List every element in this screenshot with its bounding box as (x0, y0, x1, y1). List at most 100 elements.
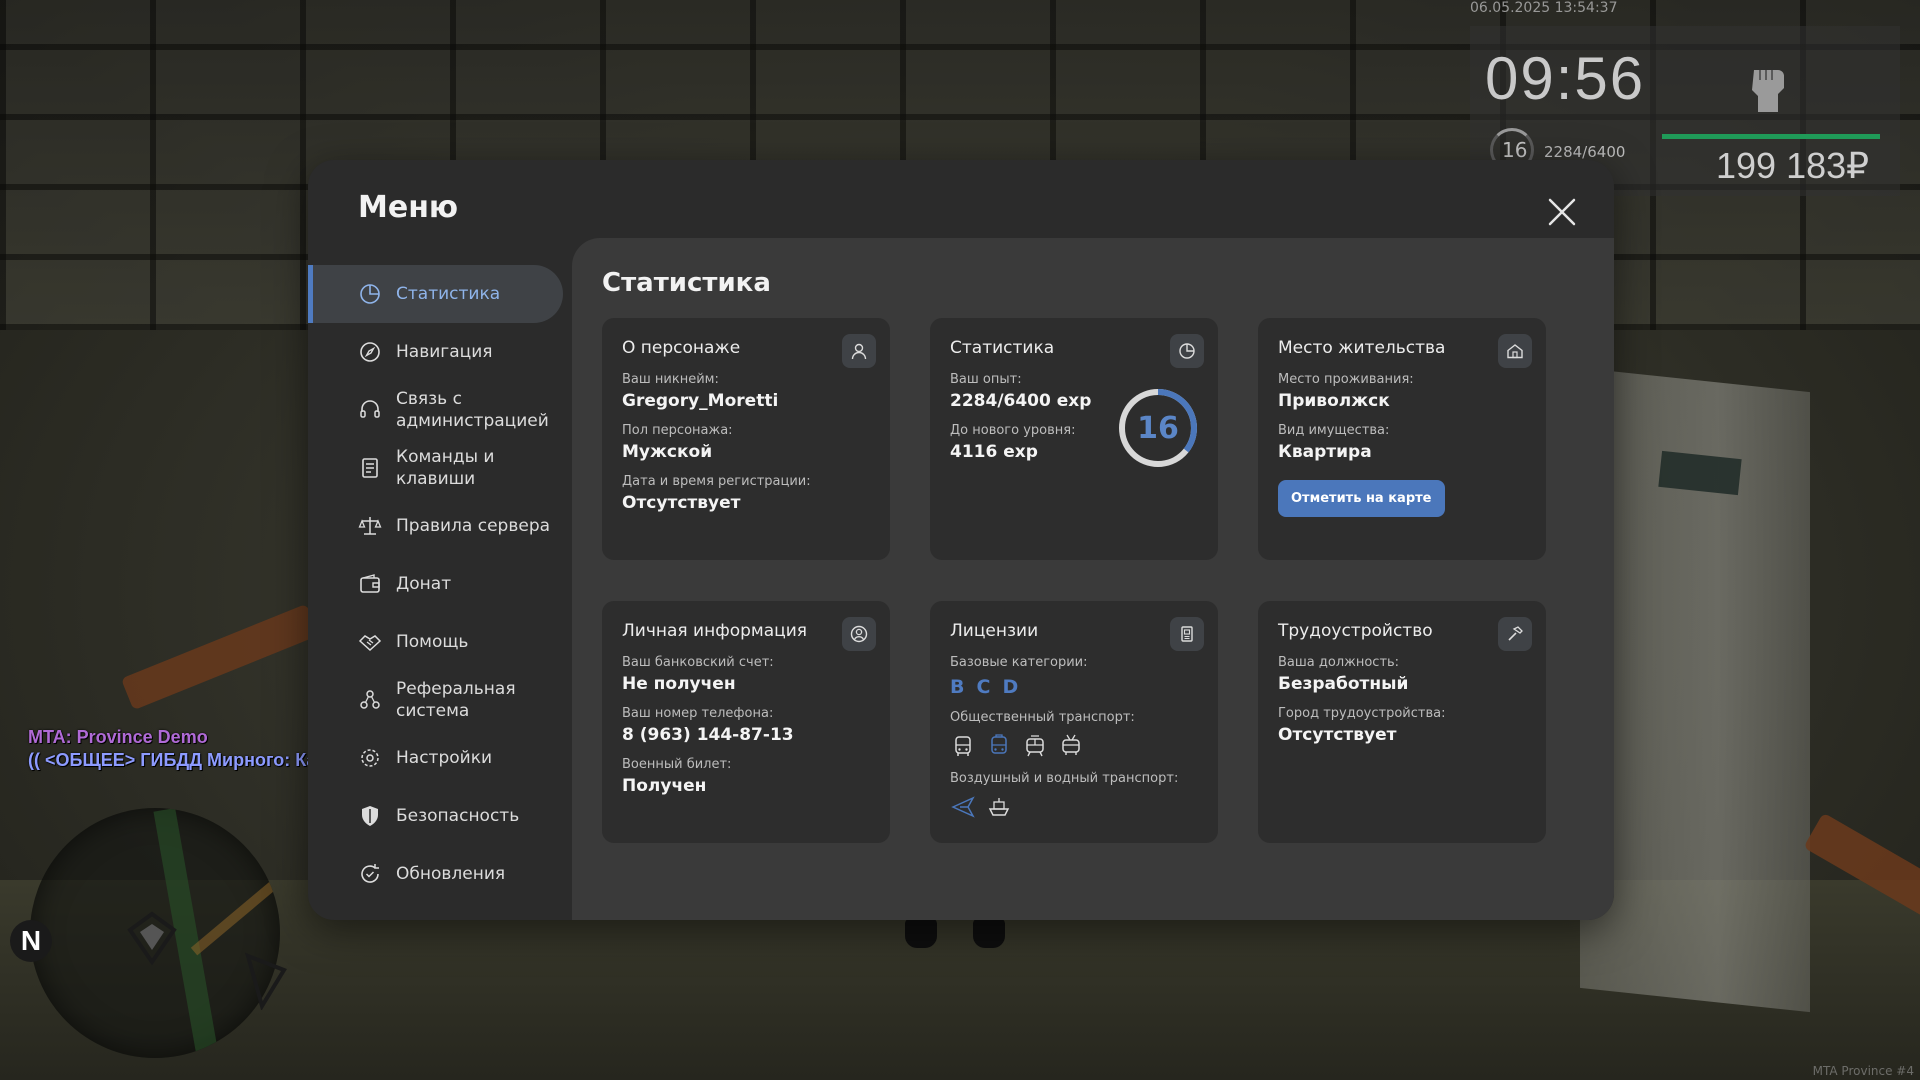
card-title: Трудоустройство (1278, 621, 1433, 641)
fist-icon (1752, 70, 1784, 112)
sidebar-item-referral[interactable]: Реферальная система (308, 671, 563, 729)
public-transport-label: Общественный транспорт: (950, 710, 1135, 725)
server-watermark: MTA Province #4 (1812, 1064, 1914, 1078)
job-city-label: Город трудоустройства: (1278, 706, 1446, 721)
residence-place-value: Приволжск (1278, 391, 1390, 411)
minimap-road (190, 870, 280, 956)
card-title: Место жительства (1278, 338, 1446, 358)
compass-north: N (10, 920, 52, 962)
sidebar: Статистика Навигация Связь с администрац… (308, 265, 563, 903)
property-type-value: Квартира (1278, 442, 1372, 462)
license-category: B (950, 676, 967, 698)
sidebar-item-security[interactable]: Безопасность (308, 787, 563, 845)
sidebar-item-navigation[interactable]: Навигация (308, 323, 563, 381)
bank-account-value: Не получен (622, 674, 736, 694)
card-employment: Трудоустройство Ваша должность: Безработ… (1258, 601, 1546, 843)
handshake-icon (358, 635, 382, 652)
card-licenses: Лицензии Базовые категории: BCD Обществе… (930, 601, 1218, 843)
hud-clock: 09:56 (1485, 45, 1646, 112)
player-arrow-icon (127, 911, 177, 966)
sidebar-item-help[interactable]: Помощь (308, 613, 563, 671)
mark-on-map-button[interactable]: Отметить на карте (1278, 480, 1445, 517)
gender-label: Пол персонажа: (622, 423, 733, 438)
handrail-left (120, 603, 320, 711)
sidebar-item-label: Правила сервера (396, 516, 551, 536)
hud-health-bar (1662, 134, 1880, 139)
residence-place-label: Место проживания: (1278, 372, 1414, 387)
user-icon (842, 334, 876, 368)
chart-pie-icon (1170, 334, 1204, 368)
scales-icon (358, 517, 382, 535)
sidebar-item-label: Реферальная система (396, 679, 516, 721)
shield-icon (362, 806, 378, 826)
menu-title: Меню (358, 190, 459, 225)
referral-icon (360, 690, 380, 709)
bus-icon (950, 733, 976, 759)
card-character: О персонаже Ваш никнейм: Gregory_Moretti… (602, 318, 890, 560)
license-icon (1170, 617, 1204, 651)
hud-datetime: 06.05.2025 13:54:37 (1470, 0, 1618, 16)
sidebar-item-rules[interactable]: Правила сервера (308, 497, 563, 555)
sidebar-item-label: Обновления (396, 864, 506, 884)
sidebar-item-label: Безопасность (396, 806, 520, 826)
headset-icon (360, 400, 380, 418)
user-circle-icon (842, 617, 876, 651)
property-type-label: Вид имущества: (1278, 423, 1390, 438)
nickname-label: Ваш никнейм: (622, 372, 719, 387)
card-personal-info: Личная информация Ваш банковский счет: Н… (602, 601, 890, 843)
sidebar-item-updates[interactable]: Обновления (308, 845, 563, 903)
document-icon (362, 458, 378, 478)
phone-value: 8 (963) 144-87-13 (622, 725, 794, 745)
sidebar-item-settings[interactable]: Настройки (308, 729, 563, 787)
sidebar-item-label: Донат (396, 574, 452, 594)
sidebar-item-label: Помощь (396, 632, 469, 652)
main-menu-window: Меню Статистика Навигация Связь с админи… (308, 160, 1614, 920)
waypoint-arrow-icon (244, 952, 287, 1010)
air-water-transport-label: Воздушный и водный транспорт: (950, 771, 1179, 786)
card-residence: Место жительства Место проживания: Приво… (1258, 318, 1546, 560)
position-label: Ваша должность: (1278, 655, 1400, 670)
bank-account-label: Ваш банковский счет: (622, 655, 774, 670)
house-icon (1498, 334, 1532, 368)
card-title: Личная информация (622, 621, 808, 641)
sidebar-item-label: Статистика (396, 284, 501, 304)
plane-icon (950, 794, 976, 820)
hud-exp: 2284/6400 (1544, 143, 1626, 161)
license-category: D (1002, 676, 1021, 698)
nickname-value: Gregory_Moretti (622, 391, 779, 411)
air-water-transport-icons (950, 794, 1198, 820)
sidebar-item-label: Связь с администрацией (396, 389, 549, 431)
gear-icon (361, 749, 379, 767)
statistics-content: Статистика О персонаже Ваш никнейм: Greg… (572, 238, 1614, 920)
sidebar-item-label: Навигация (396, 342, 493, 362)
card-title: О персонаже (622, 338, 741, 358)
sidebar-item-donate[interactable]: Донат (308, 555, 563, 613)
registration-value: Отсутствует (622, 493, 741, 513)
base-categories-label: Базовые категории: (950, 655, 1088, 670)
bus-active-icon (986, 733, 1012, 759)
position-value: Безработный (1278, 674, 1409, 694)
sidebar-item-label: Настройки (396, 748, 493, 768)
military-id-value: Получен (622, 776, 707, 796)
hud-level: 16 (1502, 138, 1528, 162)
job-city-value: Отсутствует (1278, 725, 1397, 745)
military-id-label: Военный билет: (622, 757, 732, 772)
refresh-icon (361, 864, 379, 883)
phone-label: Ваш номер телефона: (622, 706, 774, 721)
close-icon[interactable] (1544, 194, 1580, 230)
registration-label: Дата и время регистрации: (622, 474, 811, 489)
section-title: Статистика (602, 268, 771, 298)
player-feet (905, 918, 1010, 948)
chart-pie-icon (360, 284, 380, 304)
trolleybus-icon (1058, 733, 1084, 759)
card-title: Лицензии (950, 621, 1039, 641)
boat-icon (986, 794, 1012, 820)
sidebar-item-statistics[interactable]: Статистика (308, 265, 563, 323)
sidebar-item-commands[interactable]: Команды и клавиши (308, 439, 563, 497)
sidebar-item-admin-contact[interactable]: Связь с администрацией (308, 381, 563, 439)
exp-label: Ваш опыт: (950, 372, 1022, 387)
hud-money: 199 183₽ (1716, 145, 1870, 186)
wallet-icon (360, 574, 380, 593)
sidebar-item-label: Команды и клавиши (396, 447, 495, 489)
license-category: C (976, 676, 993, 698)
